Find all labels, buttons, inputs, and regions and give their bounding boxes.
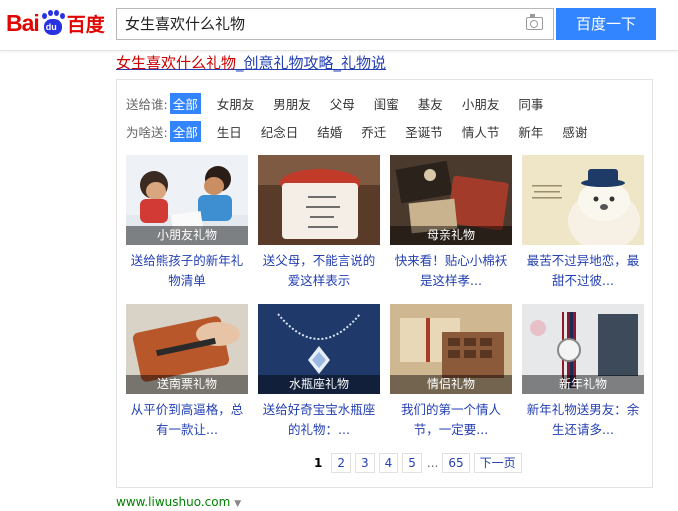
occasion-option[interactable]: 结婚: [314, 121, 345, 142]
tile-text-line: 我们的第一个情人: [400, 402, 501, 417]
tile-image-jar[interactable]: [258, 155, 380, 245]
tile-text-line: 最苦不过异地恋，最: [526, 253, 640, 268]
result-title-rest: _创意礼物攻略_礼物说: [236, 54, 387, 72]
tile-image-chocolate[interactable]: 情侣礼物: [390, 304, 512, 394]
search-box: [116, 8, 554, 40]
page-link[interactable]: 4: [378, 453, 399, 473]
occasion-option[interactable]: 生日: [214, 121, 245, 142]
recipient-filter: 送给谁: 全部 女朋友 男朋友 父母 闺蜜 基友 小朋友 同事: [126, 92, 559, 114]
baidu-logo[interactable]: Bai du 百度: [6, 6, 105, 40]
search-button[interactable]: 百度一下: [556, 8, 656, 40]
tile-text-line: 节，一定要...: [413, 422, 489, 437]
tile-text-line: 甜不过彼...: [552, 273, 614, 288]
recipient-option[interactable]: 同事: [515, 93, 546, 114]
tile-link-text[interactable]: 送父母，不能言说的 爱这样表示: [258, 251, 380, 291]
tile-caption: 小朋友礼物: [126, 226, 248, 245]
tile-caption: 母亲礼物: [390, 226, 512, 245]
recipient-option[interactable]: 基友: [415, 93, 446, 114]
occasion-option[interactable]: 圣诞节: [402, 121, 446, 142]
chevron-down-icon[interactable]: ▼: [234, 499, 241, 509]
next-page-button[interactable]: 下一页: [473, 453, 522, 473]
tile-image-bear[interactable]: [522, 155, 644, 245]
tile-link-text[interactable]: 快来看！贴心小棉袄 是这样孝...: [390, 251, 512, 291]
pagination: 1 2 3 4 5 ... 65 下一页: [309, 453, 526, 473]
tile-caption: 情侣礼物: [390, 375, 512, 394]
header-bar: Bai du 百度 百度一下: [0, 0, 678, 51]
tile-image-necklace[interactable]: 水瓶座礼物: [258, 304, 380, 394]
tile-link-text[interactable]: 新年礼物送男友：余 生还请多...: [522, 400, 644, 440]
tile-image-kids[interactable]: 小朋友礼物: [126, 155, 248, 245]
tile-link-text[interactable]: 我们的第一个情人 节，一定要...: [390, 400, 512, 440]
tile-caption: 水瓶座礼物: [258, 375, 380, 394]
tile-text-line: 物清单: [168, 273, 206, 288]
logo-baidu-text: 百度: [66, 13, 105, 36]
page-link[interactable]: 2: [331, 453, 351, 473]
tile-text-line: 爱这样表示: [287, 273, 351, 288]
tile-text-line: 生还请多...: [552, 422, 614, 437]
tile-caption: 新年礼物: [522, 375, 644, 394]
recipient-option[interactable]: 父母: [327, 93, 358, 114]
occasion-filter-label: 为啥送:: [126, 124, 168, 140]
page-ellipsis: ...: [426, 456, 439, 470]
tile-link-text[interactable]: 送给好奇宝宝水瓶座 的礼物：...: [258, 400, 380, 440]
result-title-link[interactable]: 女生喜欢什么礼物_创意礼物攻略_礼物说: [116, 52, 386, 73]
occasion-option[interactable]: 纪念日: [258, 121, 302, 142]
gift-card-panel: 送给谁: 全部 女朋友 男朋友 父母 闺蜜 基友 小朋友 同事 为啥送: 全部 …: [116, 79, 653, 488]
occasion-option[interactable]: 乔迁: [358, 121, 389, 142]
result-url[interactable]: www.liwushuo.com ▼: [116, 495, 241, 509]
recipient-option[interactable]: 闺蜜: [371, 93, 402, 114]
occasion-option[interactable]: 感谢: [559, 121, 590, 142]
camera-icon[interactable]: [526, 14, 543, 30]
tile-image-watch[interactable]: 新年礼物: [522, 304, 644, 394]
tile-text-line: 是这样孝...: [420, 273, 482, 288]
page-link[interactable]: 5: [402, 453, 422, 473]
page-link-last[interactable]: 65: [442, 453, 470, 473]
tile-text-line: 送给熊孩子的新年礼: [130, 253, 244, 268]
tile-text-line: 送父母，不能言说的: [262, 253, 376, 268]
tile-text-line: 送给好奇宝宝水瓶座: [262, 402, 376, 417]
occasion-option-all[interactable]: 全部: [169, 120, 201, 142]
occasion-option[interactable]: 新年: [515, 121, 546, 142]
paw-icon: du: [40, 10, 66, 36]
recipient-filter-label: 送给谁:: [126, 96, 168, 112]
tile-link-text[interactable]: 最苦不过异地恋，最 甜不过彼...: [522, 251, 644, 291]
recipient-option-all[interactable]: 全部: [169, 92, 201, 114]
tile-text-line: 快来看！贴心小棉袄: [394, 253, 508, 268]
occasion-filter: 为啥送: 全部 生日 纪念日 结婚 乔迁 圣诞节 情人节 新年 感谢: [126, 120, 603, 142]
recipient-option[interactable]: 女朋友: [214, 93, 258, 114]
result-url-text: www.liwushuo.com: [116, 495, 231, 509]
result-title-highlight: 女生喜欢什么礼物: [116, 54, 237, 72]
logo-bai-text: Bai: [6, 9, 40, 36]
logo-du-text: du: [45, 22, 57, 32]
tile-caption: 送南票礼物: [126, 375, 248, 394]
tile-image-leather[interactable]: 送南票礼物: [126, 304, 248, 394]
tile-text-line: 从平价到高逼格，总: [130, 402, 244, 417]
page-link[interactable]: 3: [355, 453, 375, 473]
tile-text-line: 的礼物：...: [288, 422, 350, 437]
tile-image-bags[interactable]: 母亲礼物: [390, 155, 512, 245]
page-current: 1: [314, 456, 323, 470]
tile-link-text[interactable]: 从平价到高逼格，总 有一款让...: [126, 400, 248, 440]
tile-text-line: 有一款让...: [156, 422, 218, 437]
recipient-option[interactable]: 男朋友: [270, 93, 314, 114]
tile-text-line: 新年礼物送男友：余: [526, 402, 640, 417]
search-input[interactable]: [125, 9, 505, 39]
recipient-option[interactable]: 小朋友: [459, 93, 503, 114]
tile-link-text[interactable]: 送给熊孩子的新年礼 物清单: [126, 251, 248, 291]
occasion-option[interactable]: 情人节: [459, 121, 503, 142]
